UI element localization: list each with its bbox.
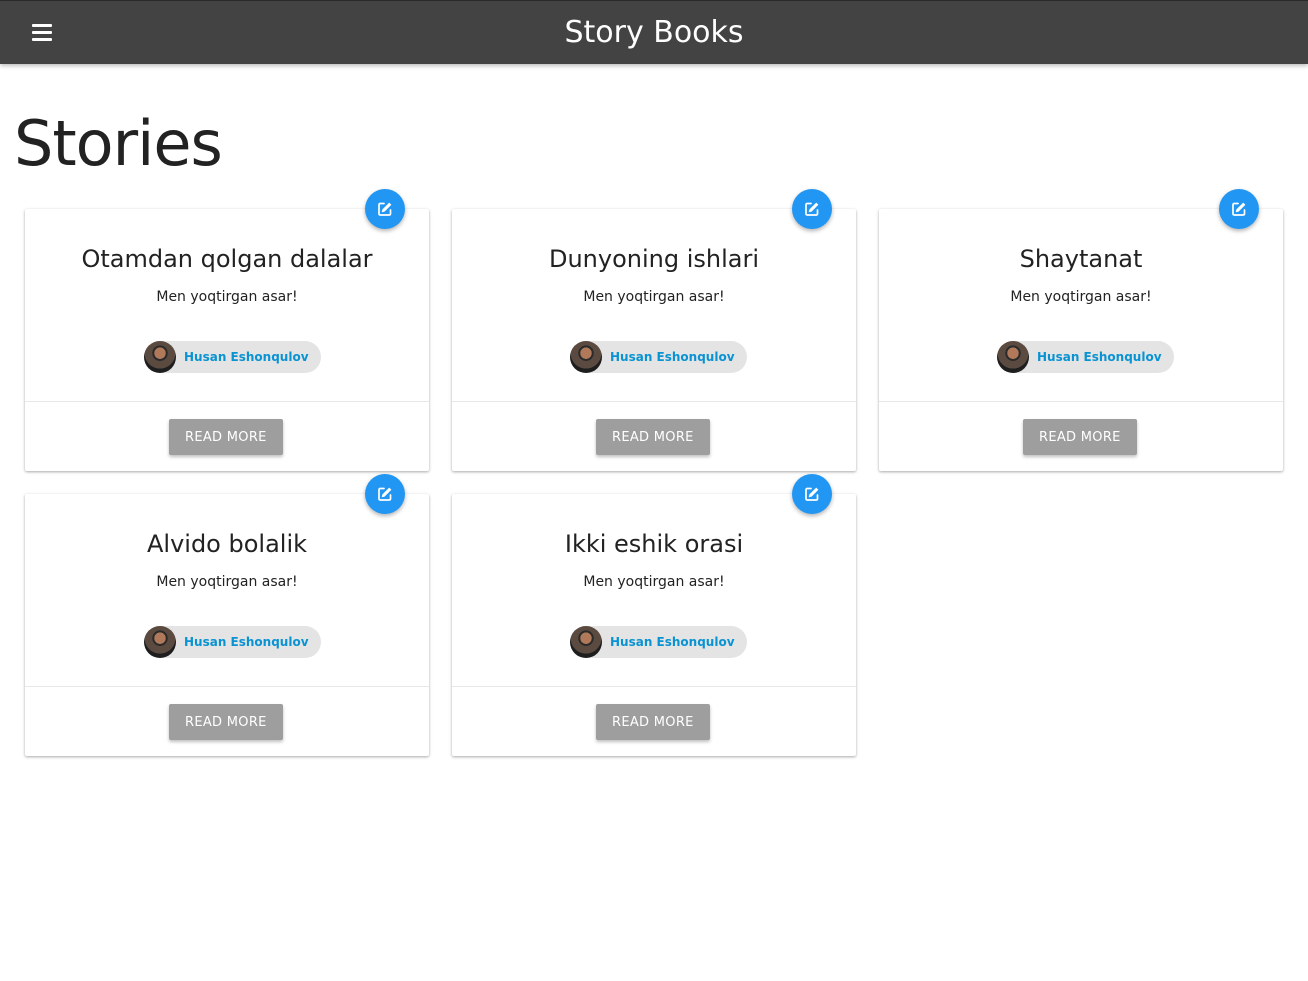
story-excerpt: Men yoqtirgan asar! xyxy=(1010,289,1152,305)
edit-icon xyxy=(378,487,392,501)
brand-title[interactable]: Story Books xyxy=(0,1,1308,65)
author-name: Husan Eshonqulov xyxy=(184,635,309,649)
read-more-button[interactable]: READ MORE xyxy=(169,704,283,740)
story-card: Otamdan qolgan dalalar Men yoqtirgan asa… xyxy=(25,209,429,471)
story-excerpt: Men yoqtirgan asar! xyxy=(583,289,725,305)
story-title: Shaytanat xyxy=(1019,245,1143,273)
story-card: Alvido bolalik Men yoqtirgan asar! Husan… xyxy=(25,494,429,756)
story-title: Dunyoning ishlari xyxy=(548,245,760,273)
card-content: Dunyoning ishlari Men yoqtirgan asar! Hu… xyxy=(452,209,856,402)
card-content: Alvido bolalik Men yoqtirgan asar! Husan… xyxy=(25,494,429,687)
author-name: Husan Eshonqulov xyxy=(1037,350,1162,364)
author-name: Husan Eshonqulov xyxy=(184,350,309,364)
read-more-button[interactable]: READ MORE xyxy=(169,419,283,455)
story-title: Ikki eshik orasi xyxy=(564,530,744,558)
story-excerpt: Men yoqtirgan asar! xyxy=(156,289,298,305)
author-chip[interactable]: Husan Eshonqulov xyxy=(144,626,321,658)
page-title: Stories xyxy=(14,107,223,180)
edit-story-button[interactable] xyxy=(365,189,405,229)
edit-story-button[interactable] xyxy=(792,474,832,514)
author-avatar xyxy=(997,341,1029,373)
story-title: Alvido bolalik xyxy=(146,530,308,558)
story-excerpt: Men yoqtirgan asar! xyxy=(583,574,725,590)
author-avatar xyxy=(144,626,176,658)
author-avatar xyxy=(144,341,176,373)
edit-story-button[interactable] xyxy=(365,474,405,514)
edit-icon xyxy=(805,202,819,216)
author-chip[interactable]: Husan Eshonqulov xyxy=(997,341,1174,373)
author-chip[interactable]: Husan Eshonqulov xyxy=(570,626,747,658)
author-name: Husan Eshonqulov xyxy=(610,350,735,364)
top-navbar: Story Books xyxy=(0,0,1308,64)
edit-icon xyxy=(805,487,819,501)
story-card: Dunyoning ishlari Men yoqtirgan asar! Hu… xyxy=(452,209,856,471)
author-avatar xyxy=(570,341,602,373)
author-chip[interactable]: Husan Eshonqulov xyxy=(570,341,747,373)
edit-story-button[interactable] xyxy=(1219,189,1259,229)
author-avatar xyxy=(570,626,602,658)
card-content: Ikki eshik orasi Men yoqtirgan asar! Hus… xyxy=(452,494,856,687)
story-card: Shaytanat Men yoqtirgan asar! Husan Esho… xyxy=(879,209,1283,471)
card-content: Otamdan qolgan dalalar Men yoqtirgan asa… xyxy=(25,209,429,402)
read-more-button[interactable]: READ MORE xyxy=(1023,419,1137,455)
edit-icon xyxy=(1232,202,1246,216)
edit-story-button[interactable] xyxy=(792,189,832,229)
author-chip[interactable]: Husan Eshonqulov xyxy=(144,341,321,373)
card-content: Shaytanat Men yoqtirgan asar! Husan Esho… xyxy=(879,209,1283,402)
read-more-button[interactable]: READ MORE xyxy=(596,704,710,740)
edit-icon xyxy=(378,202,392,216)
read-more-button[interactable]: READ MORE xyxy=(596,419,710,455)
story-excerpt: Men yoqtirgan asar! xyxy=(156,574,298,590)
story-title: Otamdan qolgan dalalar xyxy=(81,245,373,273)
author-name: Husan Eshonqulov xyxy=(610,635,735,649)
story-card: Ikki eshik orasi Men yoqtirgan asar! Hus… xyxy=(452,494,856,756)
